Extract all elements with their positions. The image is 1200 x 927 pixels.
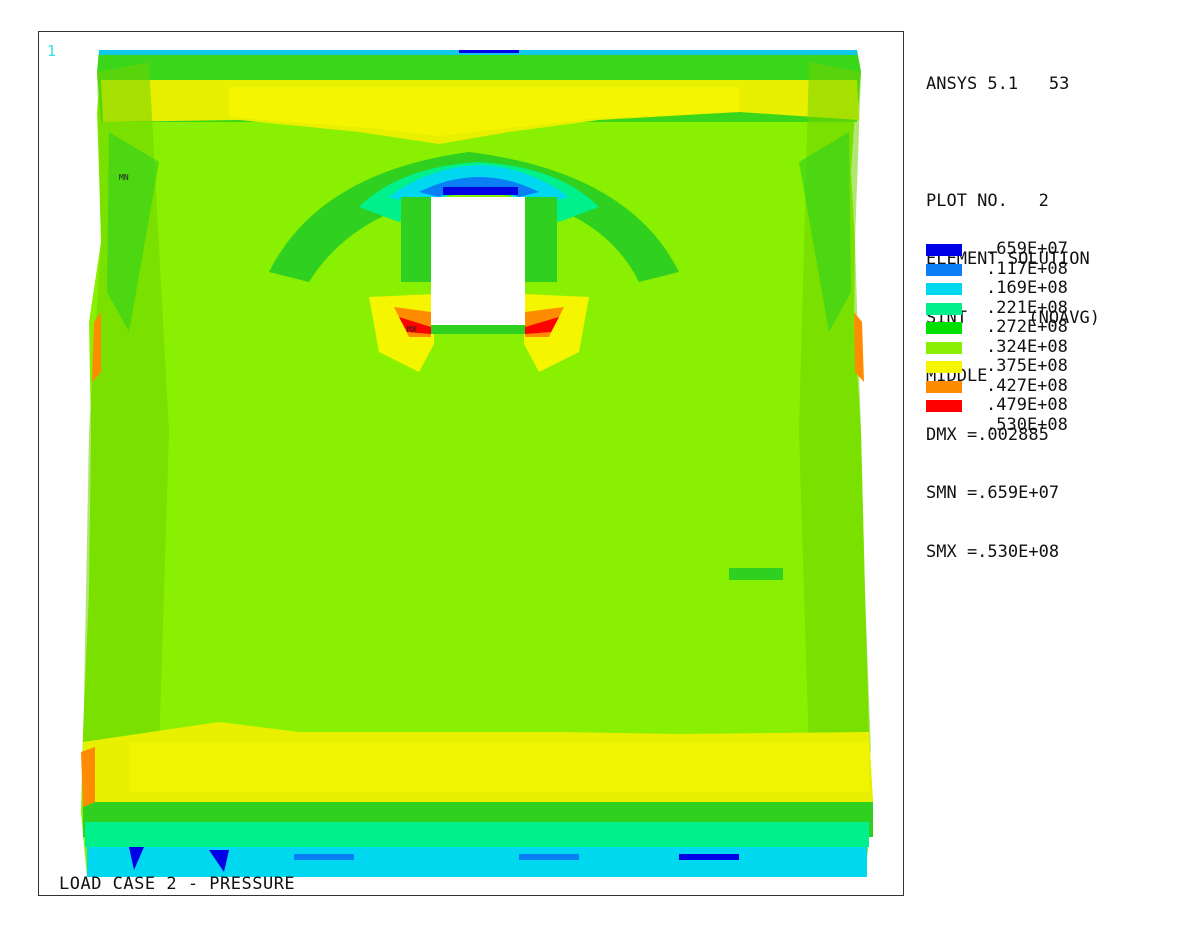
legend-swatch bbox=[926, 341, 962, 354]
opening-right-green bbox=[523, 197, 557, 282]
legend-label: .221E+08 bbox=[986, 297, 1068, 318]
bottom-teal-band bbox=[85, 822, 869, 847]
bottom-blue-mark-1 bbox=[294, 854, 354, 860]
legend-label: .659E+07 bbox=[986, 239, 1068, 259]
smx-value: SMX =.530E+08 bbox=[926, 541, 1060, 562]
legend-swatch bbox=[926, 302, 962, 315]
plot-number: PLOT NO. 2 bbox=[926, 190, 1049, 211]
legend-swatch bbox=[926, 322, 962, 334]
legend-label: .169E+08 bbox=[986, 278, 1068, 298]
vessel-opening bbox=[431, 197, 525, 325]
right-edge-orange bbox=[854, 312, 864, 382]
program-header: ANSYS 5.1 53 bbox=[926, 74, 1100, 95]
opening-left-green bbox=[401, 197, 431, 282]
legend-swatch bbox=[926, 283, 962, 295]
legend-label: .375E+08 bbox=[986, 356, 1068, 376]
legend-swatch bbox=[926, 263, 962, 276]
legend-swatch bbox=[926, 361, 962, 373]
legend-swatch bbox=[926, 244, 962, 256]
opening-bottom-green bbox=[431, 324, 525, 334]
mid-right-patch bbox=[729, 568, 783, 580]
left-bottom-orange bbox=[81, 747, 95, 807]
window-number: 1 bbox=[47, 42, 57, 60]
legend-swatch bbox=[926, 400, 962, 412]
smn-value: SMN =.659E+07 bbox=[926, 483, 1060, 503]
bottom-blue-mark-2 bbox=[519, 854, 579, 860]
program-number: 53 bbox=[1048, 74, 1070, 94]
top-blue-edge bbox=[459, 50, 519, 53]
plot-frame: MN MX 1 LOAD CASE 2 - PRESSURE bbox=[38, 31, 904, 896]
bottom-yellow-inner bbox=[129, 742, 869, 792]
max-marker: MX bbox=[407, 325, 417, 334]
legend-swatch bbox=[926, 380, 962, 393]
load-case-caption: LOAD CASE 2 - PRESSURE bbox=[59, 874, 296, 894]
bottom-blue-mark-3 bbox=[679, 854, 739, 860]
legend-label: .272E+08 bbox=[986, 317, 1068, 337]
program-name: ANSYS 5.1 bbox=[926, 74, 1019, 94]
stress-contour-plot: MN MX bbox=[81, 50, 873, 877]
legend-label: .479E+08 bbox=[986, 395, 1068, 415]
legend-label: .427E+08 bbox=[986, 375, 1068, 396]
arch-deep-blue bbox=[443, 187, 518, 195]
legend-label: .324E+08 bbox=[986, 336, 1068, 357]
min-marker: MN bbox=[119, 173, 129, 182]
bottom-cyan-band bbox=[87, 847, 867, 877]
legend-label: .117E+08 bbox=[986, 258, 1068, 279]
legend-label: .530E+08 bbox=[986, 414, 1068, 435]
